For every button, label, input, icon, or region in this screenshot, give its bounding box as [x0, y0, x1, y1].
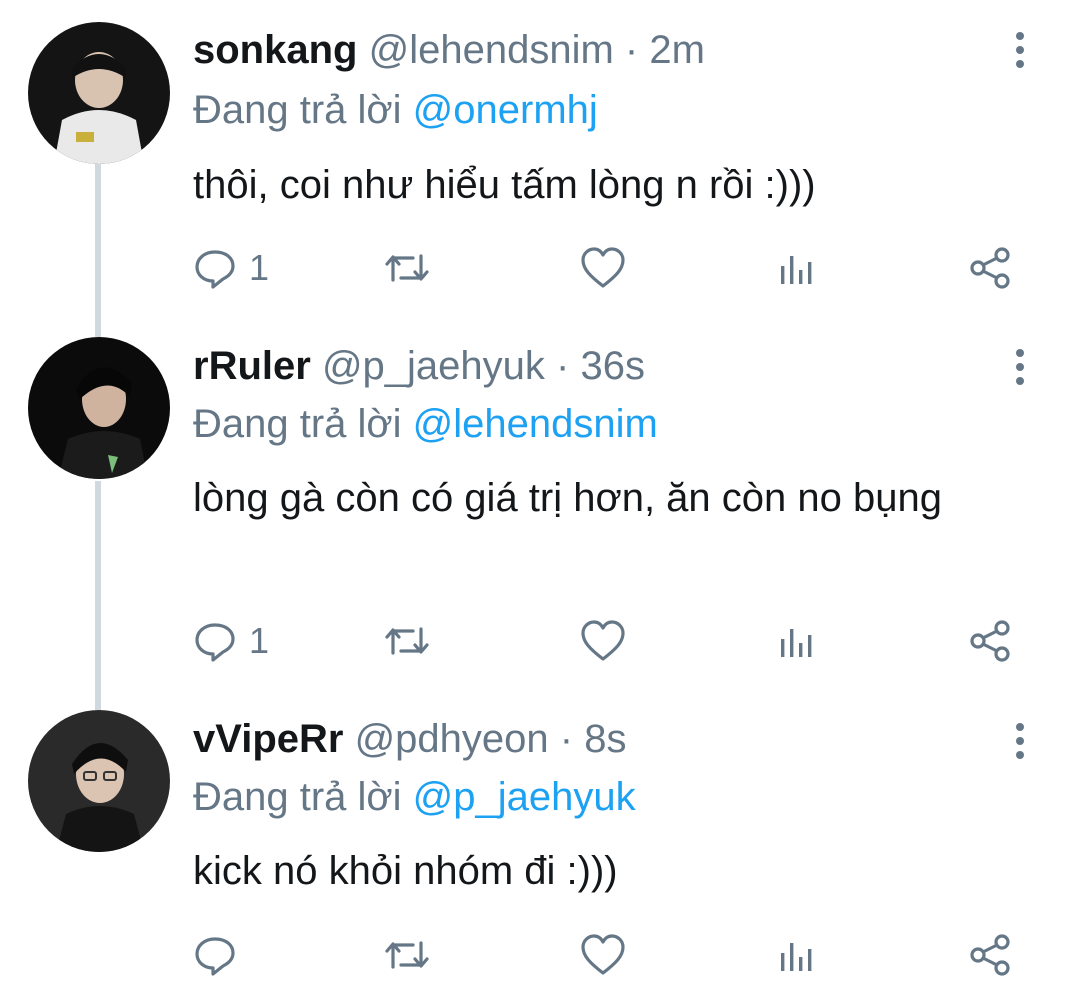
share-icon — [969, 619, 1013, 663]
reply-thread: sonkang @lehendsnim · 2m Đang trả lời @o… — [0, 0, 1080, 1001]
replying-to-line: Đang trả lời @onermhj — [193, 82, 598, 138]
reply-icon — [193, 246, 237, 290]
mention-link[interactable]: @onermhj — [413, 88, 598, 132]
analytics-button[interactable] — [777, 616, 817, 666]
share-button[interactable] — [969, 616, 1013, 666]
reply-count: 1 — [249, 620, 270, 661]
action-bar: 1 — [193, 616, 1023, 666]
reply-icon — [193, 619, 237, 663]
display-name[interactable]: vVipeRr — [193, 717, 343, 761]
retweet-button[interactable] — [383, 243, 431, 293]
retweet-button[interactable] — [383, 616, 431, 666]
action-bar: 1 — [193, 243, 1023, 293]
separator-dot: · — [556, 344, 570, 388]
tweet-text: kick nó khỏi nhóm đi :))) — [193, 849, 618, 893]
retweet-button[interactable] — [383, 930, 431, 980]
timestamp[interactable]: 2m — [649, 28, 705, 72]
analytics-button[interactable] — [777, 930, 817, 980]
replying-prefix: Đang trả lời — [193, 88, 402, 132]
share-button[interactable] — [969, 243, 1013, 293]
timestamp[interactable]: 8s — [584, 717, 626, 761]
display-name[interactable]: rRuler — [193, 344, 311, 388]
analytics-icon — [777, 933, 817, 977]
reply-button[interactable] — [193, 930, 237, 980]
replying-prefix: Đang trả lời — [193, 402, 402, 446]
action-bar — [193, 930, 1023, 980]
like-button[interactable] — [580, 243, 626, 293]
like-button[interactable] — [580, 616, 626, 666]
tweet-header: sonkang @lehendsnim · 2m — [193, 22, 705, 78]
reply-button[interactable]: 1 — [193, 616, 269, 666]
mention-link[interactable]: @p_jaehyuk — [413, 775, 636, 819]
avatar[interactable] — [28, 710, 170, 852]
heart-icon — [580, 246, 626, 290]
share-button[interactable] — [969, 930, 1013, 980]
like-button[interactable] — [580, 930, 626, 980]
heart-icon — [580, 933, 626, 977]
reply-icon — [193, 933, 237, 977]
separator-dot: · — [559, 717, 574, 761]
avatar[interactable] — [28, 337, 170, 479]
reply-button[interactable]: 1 — [193, 243, 269, 293]
more-vertical-icon[interactable] — [1008, 30, 1032, 70]
tweet-header: rRuler @p_jaehyuk · 36s — [193, 338, 645, 394]
user-handle[interactable]: @pdhyeon — [355, 717, 549, 761]
replying-to-line: Đang trả lời @p_jaehyuk — [193, 769, 636, 825]
analytics-icon — [777, 619, 817, 663]
heart-icon — [580, 619, 626, 663]
share-icon — [969, 933, 1013, 977]
share-icon — [969, 246, 1013, 290]
user-handle[interactable]: @p_jaehyuk — [322, 344, 545, 388]
timestamp[interactable]: 36s — [580, 344, 645, 388]
tweet[interactable]: vVipeRr @pdhyeon · 8s Đang trả lời @p_ja… — [0, 707, 1080, 1001]
replying-to-line: Đang trả lời @lehendsnim — [193, 396, 658, 452]
more-vertical-icon[interactable] — [1008, 721, 1032, 761]
analytics-icon — [777, 246, 817, 290]
tweet-text: thôi, coi như hiểu tấm lòng n rồi :))) — [193, 163, 816, 207]
tweet[interactable]: rRuler @p_jaehyuk · 36s Đang trả lời @le… — [0, 335, 1080, 707]
avatar-image — [28, 710, 170, 852]
avatar-image — [28, 337, 170, 479]
replying-prefix: Đang trả lời — [193, 775, 402, 819]
more-vertical-icon[interactable] — [1008, 347, 1032, 387]
retweet-icon — [383, 619, 431, 663]
tweet-text: lòng gà còn có giá trị hơn, ăn còn no bụ… — [193, 476, 942, 520]
analytics-button[interactable] — [777, 243, 817, 293]
user-handle[interactable]: @lehendsnim — [369, 28, 614, 72]
avatar-image — [28, 22, 170, 164]
retweet-icon — [383, 933, 431, 977]
reply-count: 1 — [249, 247, 270, 288]
avatar[interactable] — [28, 22, 170, 164]
separator-dot: · — [624, 28, 639, 72]
tweet-header: vVipeRr @pdhyeon · 8s — [193, 711, 627, 767]
display-name[interactable]: sonkang — [193, 28, 357, 72]
tweet[interactable]: sonkang @lehendsnim · 2m Đang trả lời @o… — [0, 0, 1080, 335]
retweet-icon — [383, 246, 431, 290]
mention-link[interactable]: @lehendsnim — [413, 402, 658, 446]
